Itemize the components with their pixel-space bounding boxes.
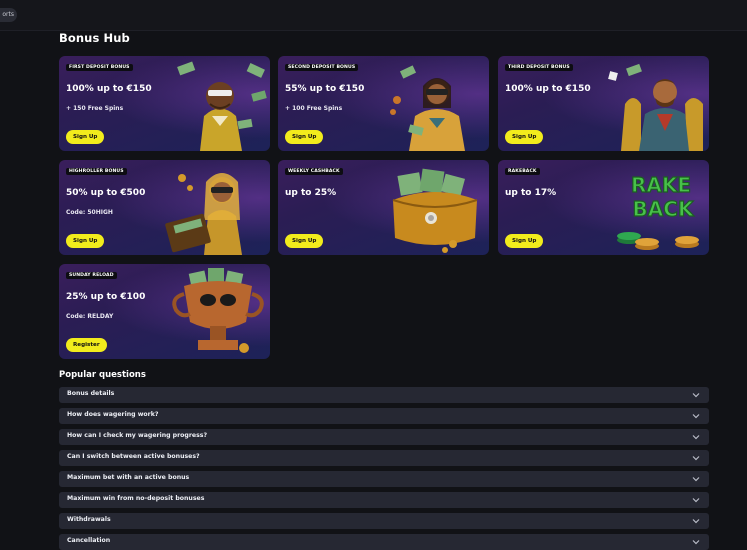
faq-question: Can I switch between active bonuses? (67, 453, 200, 460)
bonus-subtext: + 100 Free Spins (285, 105, 343, 112)
sign-up-button[interactable]: Sign Up (66, 130, 105, 144)
bonus-badge: SUNDAY RELOAD (66, 272, 117, 279)
bonus-badge: HIGHROLLER BONUS (66, 168, 127, 175)
bonus-subtext: Code: 50HIGH (66, 209, 113, 216)
faq-question: Maximum win from no-deposit bonuses (67, 495, 205, 502)
sign-up-button[interactable]: Sign Up (285, 130, 324, 144)
faq-item[interactable]: Can I switch between active bonuses? (59, 450, 709, 466)
bonus-card-highroller: HIGHROLLER BONUS 50% up to €500 Code: 50… (59, 160, 270, 255)
card-illustration-man-throne (608, 63, 703, 151)
faq-item[interactable]: How can I check my wagering progress? (59, 429, 709, 445)
bonus-card-rakeback: RAKE BACK RAKEBACK up to 17% Sign Up (498, 160, 709, 255)
bonus-card-second-deposit: SECOND DEPOSIT BONUS 55% up to €150 + 10… (278, 56, 489, 151)
faq-question: Bonus details (67, 390, 115, 397)
sports-tab[interactable]: orts (0, 8, 17, 22)
bonus-card-weekly-cashback: WEEKLY CASHBACK up to 25% Sign Up (278, 160, 489, 255)
rakeback-sign-text: BACK (633, 197, 695, 221)
bonus-card-third-deposit: THIRD DEPOSIT BONUS 100% up to €150 Sign… (498, 56, 709, 151)
bonus-subtext: + 150 Free Spins (66, 105, 124, 112)
rakeback-sign-text: RAKE (631, 173, 691, 197)
bonus-badge: SECOND DEPOSIT BONUS (285, 64, 359, 71)
faq-item[interactable]: How does wagering work? (59, 408, 709, 424)
bonus-headline: 100% up to €150 (505, 84, 591, 94)
faq-item[interactable]: Maximum bet with an active bonus (59, 471, 709, 487)
faq-item[interactable]: Maximum win from no-deposit bonuses (59, 492, 709, 508)
faq-question: Cancellation (67, 537, 111, 544)
bonus-headline: up to 17% (505, 188, 557, 198)
card-illustration-woman-gold-jacket (390, 65, 465, 151)
faq-question: Withdrawals (67, 516, 111, 523)
faq-title: Popular questions (59, 370, 146, 380)
page-title: Bonus Hub (59, 31, 130, 45)
bonus-headline: 55% up to €150 (285, 84, 365, 94)
faq-question: Maximum bet with an active bonus (67, 474, 190, 481)
bonus-badge: WEEKLY CASHBACK (285, 168, 343, 175)
bonus-card-first-deposit: FIRST DEPOSIT BONUS 100% up to €150 + 15… (59, 56, 270, 151)
top-bar: orts (0, 0, 747, 31)
card-illustration-rapper (177, 61, 267, 151)
bonus-headline: 100% up to €150 (66, 84, 152, 94)
chevron-down-icon (692, 456, 700, 461)
register-button[interactable]: Register (66, 338, 107, 352)
chevron-down-icon (692, 414, 700, 419)
sign-up-button[interactable]: Sign Up (505, 130, 544, 144)
faq-question: How does wagering work? (67, 411, 159, 418)
faq-question: How can I check my wagering progress? (67, 432, 208, 439)
card-illustration-woman-briefcase (165, 173, 242, 255)
chevron-down-icon (692, 498, 700, 503)
bonus-headline: up to 25% (285, 188, 337, 198)
card-illustration-rakeback-sign: RAKE BACK (617, 172, 699, 250)
bonus-badge: FIRST DEPOSIT BONUS (66, 64, 133, 71)
chevron-down-icon (692, 393, 700, 398)
bonus-badge: THIRD DEPOSIT BONUS (505, 64, 573, 71)
chevron-down-icon (692, 540, 700, 545)
sign-up-button[interactable]: Sign Up (66, 234, 105, 248)
bonus-headline: 50% up to €500 (66, 188, 146, 198)
bonus-subtext: Code: RELDAY (66, 313, 114, 320)
sign-up-button[interactable]: Sign Up (505, 234, 544, 248)
faq-item[interactable]: Bonus details (59, 387, 709, 403)
chevron-down-icon (692, 477, 700, 482)
chevron-down-icon (692, 435, 700, 440)
chevron-down-icon (692, 519, 700, 524)
sign-up-button[interactable]: Sign Up (285, 234, 324, 248)
faq-item[interactable]: Withdrawals (59, 513, 709, 529)
bonus-headline: 25% up to €100 (66, 292, 146, 302)
bonus-card-sunday-reload: SUNDAY RELOAD 25% up to €100 Code: RELDA… (59, 264, 270, 359)
faq-item[interactable]: Cancellation (59, 534, 709, 550)
card-illustration-trophy (172, 268, 264, 353)
bonus-badge: RAKEBACK (505, 168, 540, 175)
card-illustration-money-purse (392, 168, 478, 253)
